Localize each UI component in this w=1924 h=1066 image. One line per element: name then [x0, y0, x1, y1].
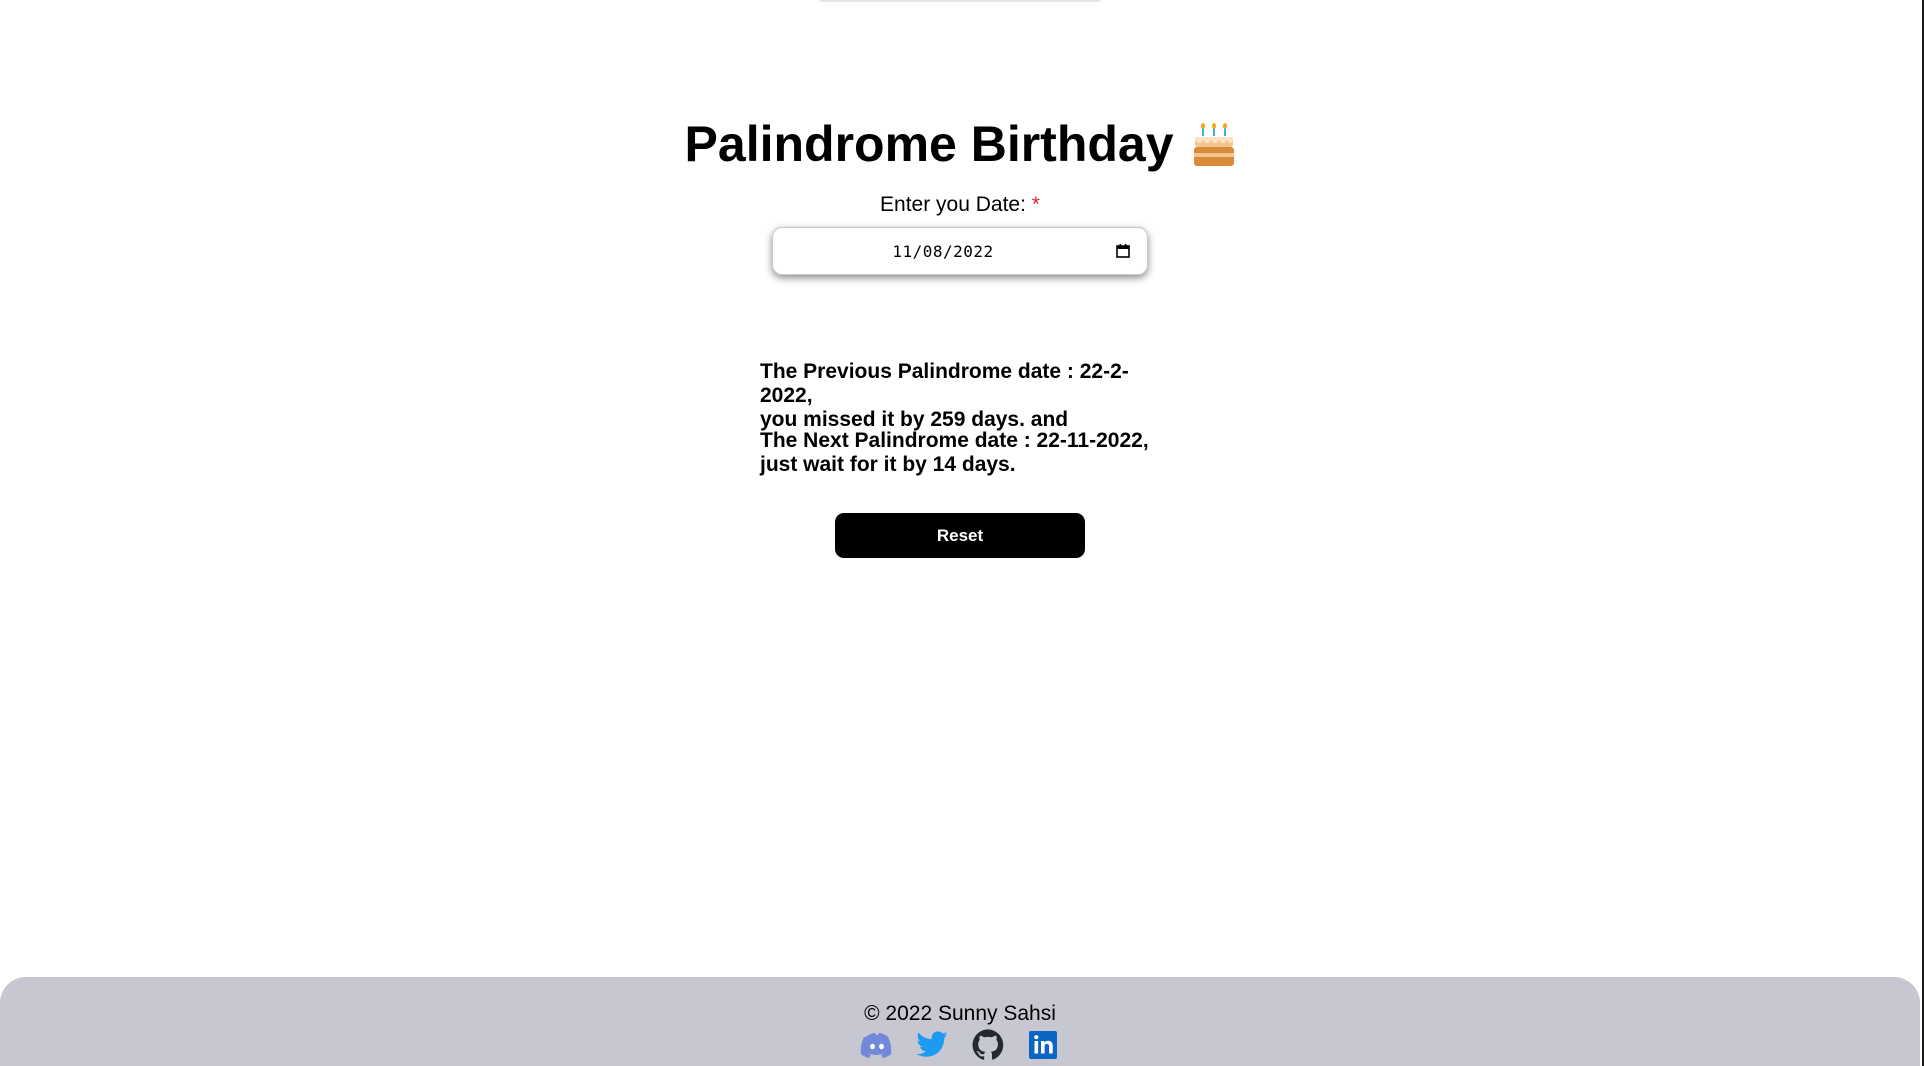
required-asterisk: *	[1031, 193, 1040, 216]
reset-button[interactable]: Reset	[835, 513, 1085, 558]
footer: © 2022 Sunny Sahsi	[0, 977, 1920, 1066]
linkedin-icon[interactable]	[1026, 1028, 1060, 1062]
date-label: Enter you Date:	[880, 193, 1026, 216]
page: Palindrome Birthday Enter you Date: * 11…	[0, 0, 1924, 1066]
calendar-icon[interactable]	[1115, 243, 1131, 264]
previous-palindrome-result: The Previous Palindrome date : 22-2-2022…	[760, 360, 1180, 432]
next-palindrome-line-1: The Next Palindrome date : 22-11-2022,	[760, 429, 1149, 452]
footer-copyright: © 2022 Sunny Sahsi	[864, 1002, 1056, 1025]
page-title: Palindrome Birthday	[684, 116, 1174, 172]
top-divider	[820, 0, 1100, 2]
social-links	[860, 1028, 1060, 1062]
date-input[interactable]: 11/08/2022	[772, 227, 1148, 275]
twitter-icon[interactable]	[915, 1028, 949, 1062]
date-label-row: Enter you Date: *	[0, 192, 1920, 218]
previous-palindrome-line-1: The Previous Palindrome date : 22-2-2022…	[760, 360, 1129, 407]
next-palindrome-result: The Next Palindrome date : 22-11-2022, j…	[760, 429, 1180, 477]
next-palindrome-line-2: just wait for it by 14 days.	[760, 453, 1016, 476]
date-input-value: 11/08/2022	[892, 242, 994, 261]
github-icon[interactable]	[971, 1028, 1005, 1062]
page-title-row: Palindrome Birthday	[0, 118, 1920, 176]
discord-icon[interactable]	[860, 1028, 894, 1062]
birthday-cake-icon	[1193, 123, 1235, 176]
